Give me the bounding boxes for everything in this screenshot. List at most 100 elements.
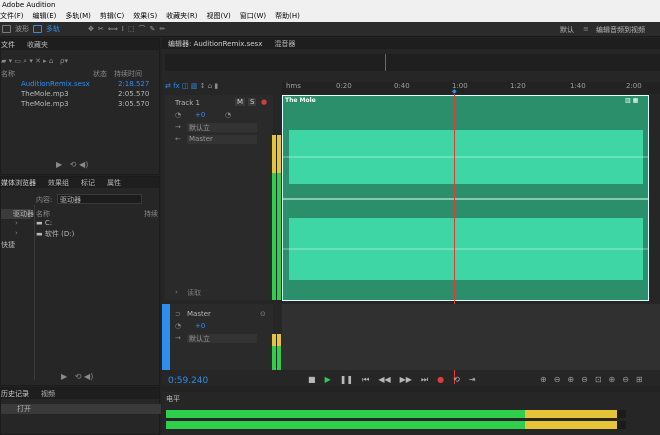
track1-input-dropdown[interactable]: 默认立 <box>187 123 257 132</box>
speaker-icon[interactable]: ◀) <box>79 160 88 169</box>
multitrack-view-icon[interactable] <box>33 25 42 33</box>
master-name[interactable]: Master <box>187 310 211 318</box>
drive-d[interactable]: ▬ 软件 (D:) <box>36 229 74 239</box>
drive-c-label: C: <box>44 219 53 227</box>
tab-media-browser[interactable]: 媒体浏览器 <box>1 178 36 188</box>
solo-button[interactable]: S <box>248 98 257 106</box>
next-icon[interactable]: ⏭ <box>421 375 428 385</box>
automation-expand-icon[interactable]: › <box>175 288 178 296</box>
workspace-edit-audio-video[interactable]: 编辑音频到视频 <box>596 25 645 35</box>
tab-markers[interactable]: 标记 <box>81 178 95 188</box>
menu-edit[interactable]: 编辑(E) <box>33 11 57 22</box>
loop-icon[interactable]: ⟲ <box>70 160 77 169</box>
clip-the-mole[interactable]: The Mole ▥ ▦ <box>282 95 649 301</box>
history-item[interactable]: 打开 <box>1 404 161 414</box>
zoom-selection-icon[interactable]: ⊞ <box>636 375 643 384</box>
skip-selection-icon[interactable]: ⇥ <box>469 375 476 385</box>
slip-tool-icon[interactable]: ⟺ <box>108 25 118 33</box>
volume-knob-icon[interactable]: ◔ <box>175 111 181 119</box>
menu-effects[interactable]: 效果(S) <box>133 11 157 22</box>
menu-help[interactable]: 帮助(H) <box>275 11 300 22</box>
clip-fx-icon[interactable]: ▥ ▦ <box>625 97 638 104</box>
record-arm-icon[interactable]: ● <box>261 98 267 106</box>
zoom-out-amplitude-icon[interactable]: ⊖ <box>554 375 561 384</box>
speaker-icon[interactable]: ◀) <box>84 372 93 381</box>
current-time[interactable]: 0:59.240 <box>168 376 208 386</box>
master-lane[interactable] <box>282 304 660 370</box>
brush-icon[interactable]: ✎ <box>150 25 156 33</box>
track1-output-dropdown[interactable]: Master <box>187 135 257 144</box>
drives-node[interactable]: 驱动器 <box>1 209 34 219</box>
level-meter-right-green <box>166 421 525 429</box>
lasso-icon[interactable]: ⌒ <box>139 24 146 34</box>
overview-bar[interactable] <box>165 54 660 71</box>
play-icon[interactable]: ▶ <box>56 160 62 169</box>
master-output-arrow-icon: → <box>175 334 181 342</box>
waveform-view-icon[interactable] <box>2 25 11 33</box>
previous-icon[interactable]: ⏮ <box>362 375 369 385</box>
zoom-out-point-icon[interactable]: ⊖ <box>622 375 629 384</box>
tab-history[interactable]: 历史记录 <box>1 389 29 399</box>
tab-properties[interactable]: 属性 <box>107 178 121 188</box>
master-volume[interactable]: +0 <box>195 322 205 330</box>
menu-multitrack[interactable]: 多轨(M) <box>65 11 91 22</box>
track1-name[interactable]: Track 1 <box>175 99 200 107</box>
menu-file[interactable]: 文件(F) <box>0 11 24 22</box>
pan-knob-icon[interactable]: ◔ <box>225 111 231 119</box>
file-item-sesx[interactable]: AuditionRemix.sesx <box>21 80 90 88</box>
level-meter-right-yellow <box>524 421 617 429</box>
track1-volume[interactable]: +0 <box>195 111 205 119</box>
content-dropdown[interactable]: 驱动器 <box>57 194 142 204</box>
expand-icon-2[interactable]: › <box>15 229 18 237</box>
search-icon[interactable]: ρ▾ <box>60 57 68 65</box>
file-item-themole-1[interactable]: TheMole.mp3 <box>21 90 69 98</box>
drive-c[interactable]: ▬ C: <box>36 219 52 227</box>
tab-favorites[interactable]: 收藏夹 <box>27 40 48 50</box>
play-icon[interactable]: ▶ <box>61 372 67 381</box>
tab-files[interactable]: 文件 <box>1 40 15 50</box>
expand-icon[interactable]: › <box>15 219 18 227</box>
waveform-button[interactable]: 波形 <box>15 24 29 34</box>
zoom-in-time-icon[interactable]: ⊕ <box>567 375 574 384</box>
tab-effects-rack[interactable]: 效果组 <box>48 178 69 188</box>
master-color-strip <box>162 304 170 370</box>
workspace-default[interactable]: 默认 <box>560 25 574 35</box>
menu-clip[interactable]: 剪辑(C) <box>100 11 124 22</box>
zoom-out-full-icon[interactable]: ⊡ <box>595 375 602 384</box>
tab-mixer[interactable]: 混音器 <box>274 39 295 49</box>
master-volume-knob-icon[interactable]: ◔ <box>175 322 181 330</box>
loop-icon[interactable]: ⟲ <box>453 375 460 385</box>
mute-button[interactable]: M <box>235 98 246 106</box>
zoom-in-point-icon[interactable]: ⊕ <box>609 375 616 384</box>
output-arrow-icon: ← <box>175 135 181 143</box>
marquee-icon[interactable]: ⬚ <box>128 25 135 33</box>
zoom-in-amplitude-icon[interactable]: ⊕ <box>540 375 547 384</box>
toolbar: 波形 多轨 ✥ ✂ ⟺ I ⬚ ⌒ ✎ ✏ 默认 ≡ 编辑音频到视频 <box>0 22 660 37</box>
multitrack-button[interactable]: 多轨 <box>46 24 60 34</box>
master-output-dropdown[interactable]: 默认立 <box>187 334 257 343</box>
play-icon[interactable]: ▶ <box>325 375 331 385</box>
loop-icon[interactable]: ⟲ <box>75 372 82 381</box>
menu-favorites[interactable]: 收藏夹(R) <box>166 11 197 22</box>
file-item-themole-2[interactable]: TheMole.mp3 <box>21 100 69 108</box>
tab-video[interactable]: 视频 <box>41 389 55 399</box>
fast-forward-icon[interactable]: ▶▶ <box>400 375 412 385</box>
input-arrow-icon: → <box>175 123 181 131</box>
history-item-label: 打开 <box>17 405 31 413</box>
spot-heal-icon[interactable]: ✏ <box>159 25 165 33</box>
master-mute-icon[interactable]: ⊙ <box>260 310 266 318</box>
rewind-icon[interactable]: ◀◀ <box>378 375 390 385</box>
pause-icon[interactable]: ❚❚ <box>340 375 353 385</box>
razor-tool-icon[interactable]: ✂ <box>98 25 104 33</box>
tab-editor[interactable]: 编辑器: AuditionRemix.sesx <box>162 39 262 49</box>
zoom-out-time-icon[interactable]: ⊖ <box>581 375 588 384</box>
time-selection-icon[interactable]: I <box>122 25 124 33</box>
editor-panel: 编辑器: AuditionRemix.sesx 混音器 ⇄ fx ◫ ▥ ↕ ⌂… <box>162 38 660 386</box>
record-icon[interactable]: ● <box>437 375 444 385</box>
automation-read-label: 读取 <box>187 289 201 297</box>
menu-view[interactable]: 视图(V) <box>207 11 231 22</box>
track1-meter-right-peak <box>277 135 281 173</box>
move-tool-icon[interactable]: ✥ <box>88 25 94 33</box>
menu-window[interactable]: 窗口(W) <box>240 11 266 22</box>
stop-icon[interactable]: ■ <box>308 375 316 385</box>
